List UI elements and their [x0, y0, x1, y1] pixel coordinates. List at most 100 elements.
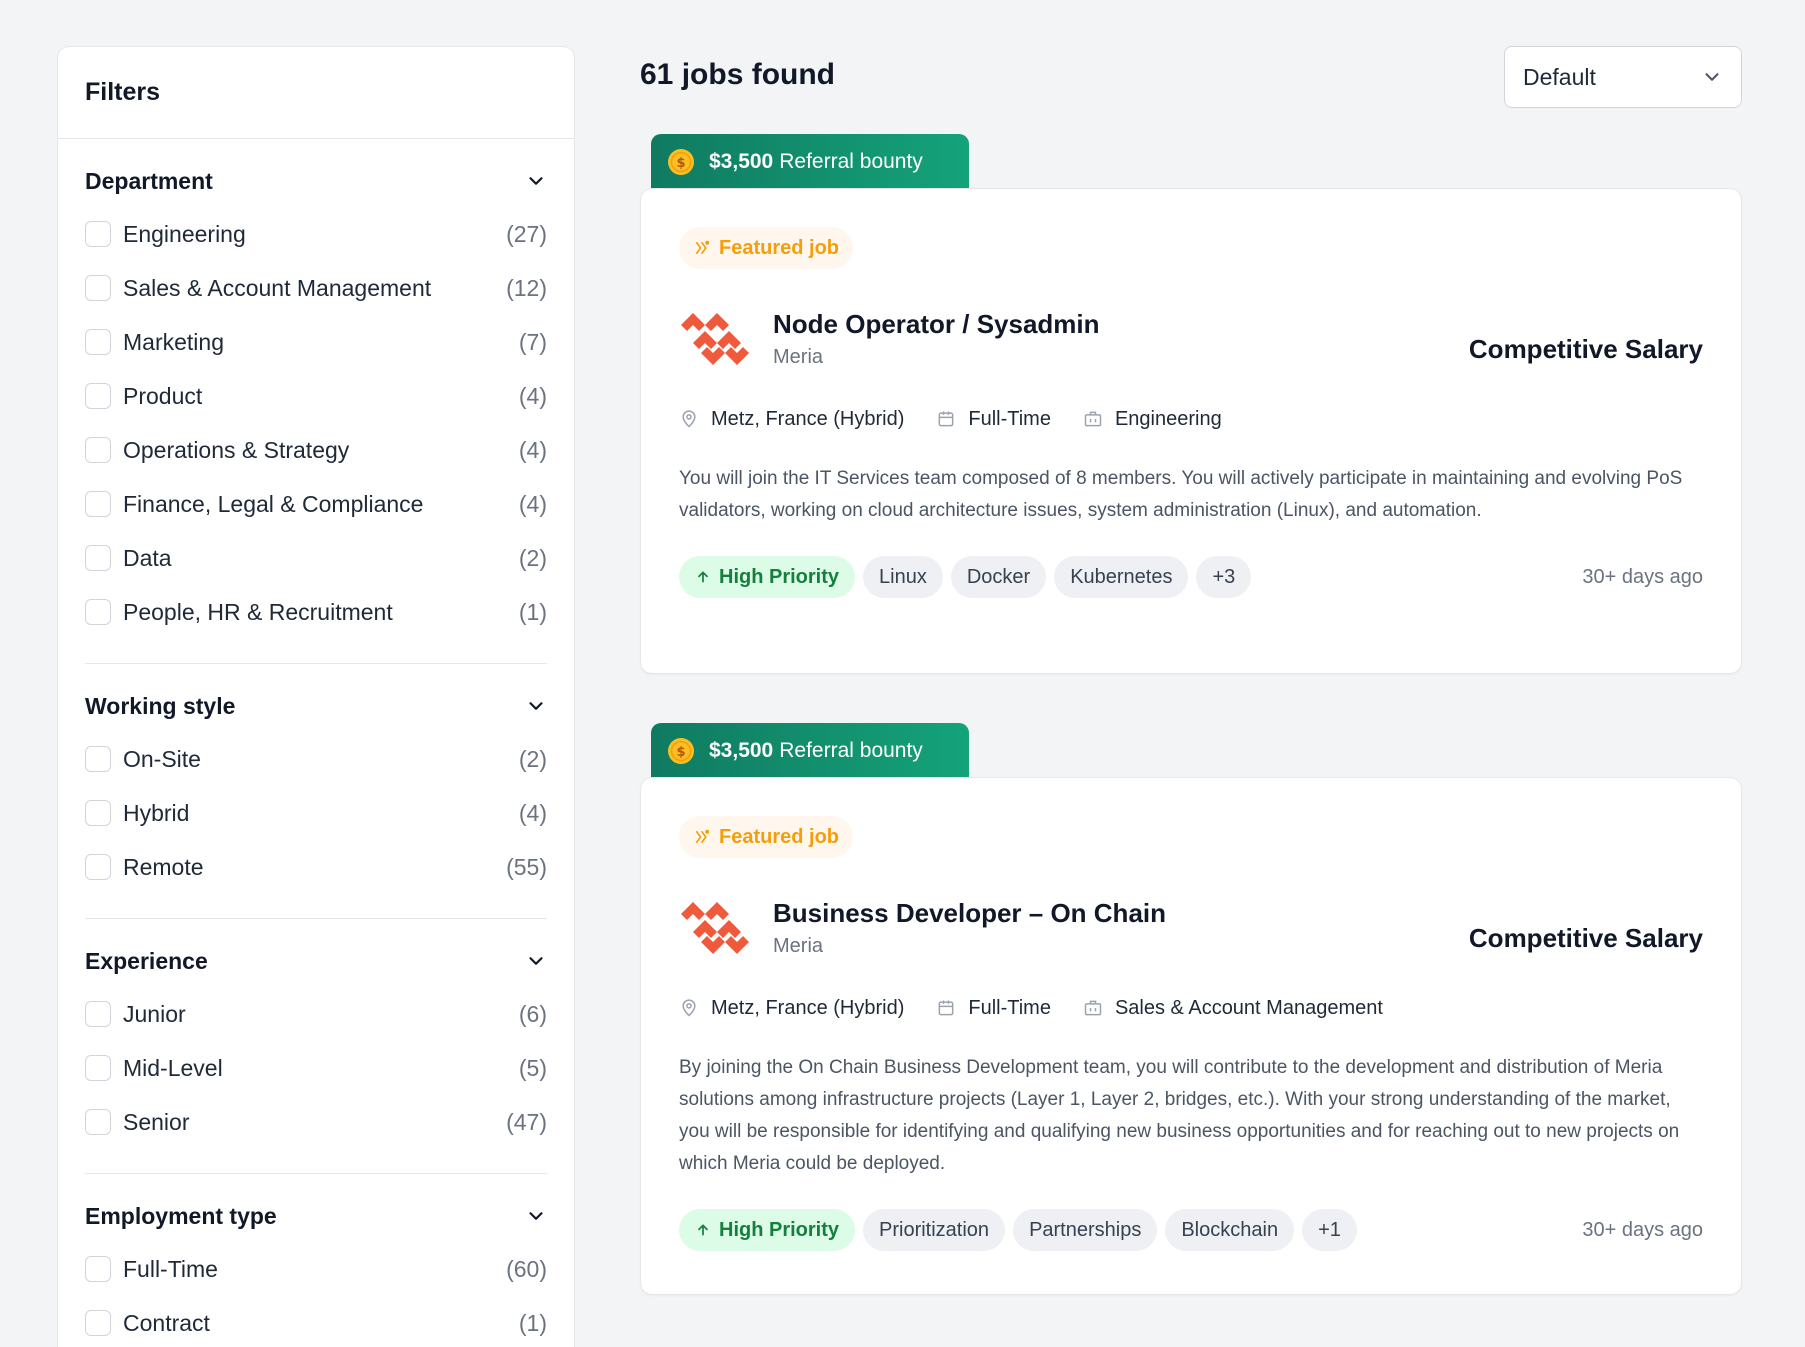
arrow-up-icon	[698, 571, 708, 583]
filter-option[interactable]: People, HR & Recruitment (1)	[85, 585, 547, 639]
filter-option[interactable]: Engineering (27)	[85, 207, 547, 261]
filter-option[interactable]: Hybrid (4)	[85, 786, 547, 840]
arrow-up-icon	[698, 1224, 708, 1236]
bounty-label: Referral bounty	[779, 739, 923, 762]
filter-checkbox[interactable]	[85, 437, 111, 463]
filter-option-label: Remote	[123, 853, 204, 880]
chevron-down-icon	[1705, 73, 1719, 81]
filter-option[interactable]: Product (4)	[85, 369, 547, 423]
job-title[interactable]: Node Operator / Sysadmin	[773, 309, 1469, 340]
filter-option[interactable]: Contract (1)	[85, 1296, 547, 1347]
salary: Competitive Salary	[1468, 333, 1703, 364]
filter-option-count: (1)	[518, 598, 547, 625]
filter-option[interactable]: Sales & Account Management (12)	[85, 261, 547, 315]
filter-option-count: (4)	[518, 436, 547, 463]
filter-checkbox[interactable]	[85, 1109, 111, 1135]
coin-icon: $	[668, 149, 694, 175]
skill-tag: Kubernetes	[1054, 556, 1189, 598]
skill-tag: Docker	[950, 556, 1047, 598]
sparkle-icon	[695, 240, 710, 255]
job-location: Metz, France (Hybrid)	[679, 997, 904, 1020]
priority-label: High Priority	[719, 1218, 840, 1241]
bounty-amount: $3,500	[709, 150, 774, 173]
filter-option-label: Finance, Legal & Compliance	[123, 490, 424, 517]
filters-panel: Filters Department Engineering (27) Sales &…	[57, 46, 575, 1347]
job-card[interactable]: Featured job Business Developer – On Chai…	[640, 777, 1742, 1295]
job-meta: Metz, France (Hybrid) Full-Time Sales & Ac…	[679, 992, 1703, 1024]
filter-checkbox[interactable]	[85, 275, 111, 301]
building-icon	[1084, 1000, 1102, 1016]
filter-checkbox[interactable]	[85, 1256, 111, 1282]
filter-section-working-style: Working style On-Site (2) Hybrid (4) Remote (5…	[85, 664, 547, 919]
skill-tag: +1	[1302, 1209, 1357, 1251]
skill-tag: Linux	[863, 556, 943, 598]
filter-option-count: (55)	[506, 853, 547, 880]
filter-checkbox[interactable]	[85, 746, 111, 772]
filter-option[interactable]: Full-Time (60)	[85, 1242, 547, 1296]
filter-checkbox[interactable]	[85, 1055, 111, 1081]
skill-tag: Partnerships	[1013, 1209, 1158, 1251]
company-name: Meria	[773, 935, 824, 957]
priority-label: High Priority	[719, 565, 840, 588]
filter-section-toggle[interactable]: Working style	[85, 686, 547, 726]
job-title[interactable]: Business Developer – On Chain	[773, 898, 1469, 929]
filter-section-title: Experience	[85, 947, 208, 974]
filter-option-count: (27)	[506, 220, 547, 247]
skill-tag: +3	[1196, 556, 1252, 598]
filter-checkbox[interactable]	[85, 221, 111, 247]
filter-option[interactable]: Marketing (7)	[85, 315, 547, 369]
filter-section-title: Working style	[85, 692, 236, 719]
filter-option[interactable]: Junior (6)	[85, 987, 547, 1041]
posted-time: 30+ days ago	[1582, 565, 1703, 588]
job-description: By joining the On Chain Business Develop…	[679, 1057, 1680, 1174]
job-card[interactable]: Featured job Node Operator / Sysadmin Meri…	[640, 188, 1742, 674]
filter-section-toggle[interactable]: Department	[85, 161, 547, 201]
company-logo	[681, 902, 749, 954]
sort-value: Default	[1523, 63, 1596, 90]
filter-option[interactable]: Remote (55)	[85, 840, 547, 894]
filter-option-count: (47)	[506, 1108, 547, 1135]
bounty-label: Referral bounty	[779, 150, 923, 173]
filter-option-count: (6)	[518, 1000, 547, 1027]
job-location-text: Metz, France (Hybrid)	[711, 407, 905, 430]
filter-checkbox[interactable]	[85, 1310, 111, 1336]
chevron-down-icon	[529, 1212, 543, 1220]
job-header: Business Developer – On Chain Meria Compet…	[679, 888, 1703, 968]
featured-badge: Featured job	[679, 816, 854, 858]
job-header: Node Operator / Sysadmin Meria Competitive…	[679, 299, 1703, 379]
location-pin-icon	[682, 999, 696, 1017]
job-department-text: Sales & Account Management	[1114, 996, 1383, 1019]
building-icon	[1084, 411, 1102, 427]
filter-checkbox[interactable]	[85, 491, 111, 517]
filter-section-department: Department Engineering (27) Sales & Account…	[85, 139, 547, 664]
filters-title: Filters	[85, 78, 161, 106]
filter-option-count: (2)	[518, 544, 547, 571]
filter-option[interactable]: Data (2)	[85, 531, 547, 585]
filter-section-title: Department	[85, 167, 213, 194]
job-location-text: Metz, France (Hybrid)	[711, 996, 905, 1019]
filter-option[interactable]: On-Site (2)	[85, 732, 547, 786]
filter-section-toggle[interactable]: Employment type	[85, 1196, 547, 1236]
filter-option-label: Product	[123, 382, 203, 409]
filter-section-toggle[interactable]: Experience	[85, 941, 547, 981]
filter-option[interactable]: Finance, Legal & Compliance (4)	[85, 477, 547, 531]
filter-option-label: Junior	[123, 1000, 186, 1027]
job-employment: Full-Time	[936, 408, 1051, 431]
location-pin-icon	[682, 410, 696, 428]
filter-checkbox[interactable]	[85, 800, 111, 826]
filter-checkbox[interactable]	[85, 1001, 111, 1027]
chevron-down-icon	[529, 177, 543, 185]
filter-option[interactable]: Operations & Strategy (4)	[85, 423, 547, 477]
filter-option[interactable]: Senior (47)	[85, 1095, 547, 1149]
company-logo	[681, 313, 749, 365]
sort-select[interactable]: Default	[1504, 46, 1742, 108]
featured-badge: Featured job	[679, 227, 854, 269]
filter-checkbox[interactable]	[85, 545, 111, 571]
filter-checkbox[interactable]	[85, 383, 111, 409]
filter-checkbox[interactable]	[85, 599, 111, 625]
filter-option-label: People, HR & Recruitment	[123, 598, 393, 625]
posted-time: 30+ days ago	[1582, 1218, 1703, 1241]
filter-checkbox[interactable]	[85, 854, 111, 880]
filter-checkbox[interactable]	[85, 329, 111, 355]
filter-option[interactable]: Mid-Level (5)	[85, 1041, 547, 1095]
